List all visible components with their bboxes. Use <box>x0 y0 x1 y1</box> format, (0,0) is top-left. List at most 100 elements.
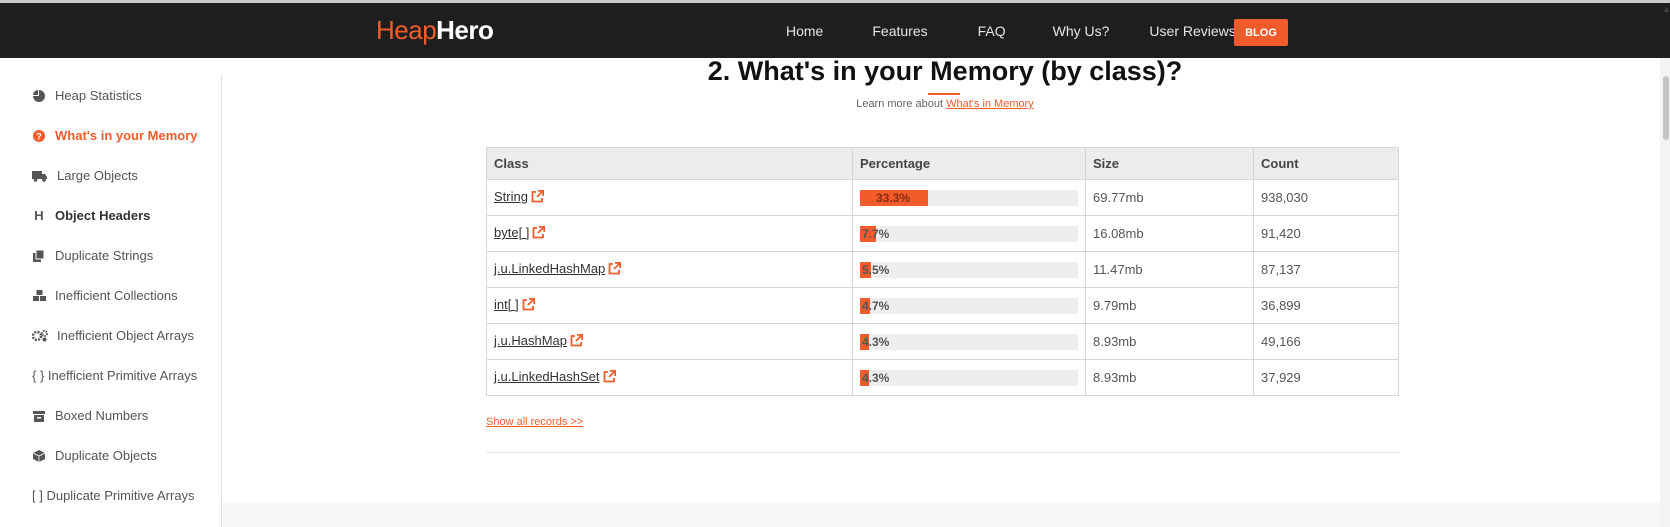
blog-button[interactable]: BLOG <box>1234 19 1288 46</box>
size-cell: 16.08mb <box>1085 215 1254 252</box>
percentage-label: 4.7% <box>862 298 890 313</box>
column-header-percentage[interactable]: Percentage <box>852 147 1086 180</box>
sidebar-item-duplicate-objects[interactable]: Duplicate Objects <box>32 448 157 463</box>
percentage-label: 7.7% <box>862 226 890 241</box>
percentage-bar-track: 5.5% <box>860 261 1078 278</box>
class-cell: j.u.HashMap <box>486 323 853 360</box>
size-cell: 9.79mb <box>1085 287 1254 324</box>
class-cell: String <box>486 179 853 216</box>
nav-user-reviews[interactable]: User Reviews <box>1149 23 1235 39</box>
sidebar-item-inefficient-collections[interactable]: Inefficient Collections <box>32 288 178 303</box>
class-cell: int[ ] <box>486 287 853 324</box>
column-header-count[interactable]: Count <box>1253 147 1399 180</box>
truck-icon <box>32 169 48 183</box>
cubes-icon <box>32 289 46 303</box>
percentage-label: 4.3% <box>862 370 890 385</box>
title-underline <box>928 93 960 95</box>
class-cell: j.u.LinkedHashMap <box>486 251 853 288</box>
percentage-cell: 4.7% <box>852 287 1086 324</box>
sidebar-item-label: Boxed Numbers <box>55 408 149 423</box>
external-link-icon[interactable] <box>570 333 584 350</box>
sidebar-item-large-objects[interactable]: Large Objects <box>32 168 138 183</box>
sidebar: Heap Statistics ? What's in your Memory … <box>0 74 222 527</box>
pie-chart-icon <box>32 89 46 103</box>
column-header-class[interactable]: Class <box>486 147 853 180</box>
sidebar-item-duplicate-primitive-arrays[interactable]: [ ] Duplicate Primitive Arrays <box>32 488 195 503</box>
sidebar-item-label: Heap Statistics <box>55 88 142 103</box>
class-link[interactable]: j.u.LinkedHashSet <box>494 369 600 384</box>
external-link-icon[interactable] <box>532 225 546 242</box>
class-link[interactable]: byte[ ] <box>494 225 529 240</box>
column-header-size[interactable]: Size <box>1085 147 1254 180</box>
percentage-cell: 4.3% <box>852 359 1086 396</box>
percentage-bar-track: 4.3% <box>860 333 1078 350</box>
nav-home[interactable]: Home <box>786 23 823 39</box>
copy-icon <box>32 249 46 263</box>
percentage-cell: 4.3% <box>852 323 1086 360</box>
size-cell: 69.77mb <box>1085 179 1254 216</box>
external-link-icon[interactable] <box>608 261 622 278</box>
percentage-cell: 5.5% <box>852 251 1086 288</box>
count-cell: 91,420 <box>1253 215 1399 252</box>
memory-by-class-table: Class Percentage Size Count String 33.3% 6… <box>486 147 1399 396</box>
sidebar-item-object-headers[interactable]: H Object Headers <box>32 208 150 223</box>
count-cell: 938,030 <box>1253 179 1399 216</box>
next-section-band <box>223 502 1670 527</box>
sidebar-item-label: Inefficient Object Arrays <box>57 328 195 343</box>
external-link-icon[interactable] <box>531 189 545 206</box>
section-divider <box>486 452 1399 453</box>
table-row: byte[ ] 7.7% 16.08mb 91,420 <box>486 215 1399 252</box>
nav-why-us[interactable]: Why Us? <box>1053 23 1110 39</box>
percentage-cell: 33.3% <box>852 179 1086 216</box>
external-link-icon[interactable] <box>522 297 535 314</box>
percentage-cell: 7.7% <box>852 215 1086 252</box>
percentage-bar-track: 4.3% <box>860 369 1078 386</box>
sidebar-item-label: Duplicate Objects <box>55 448 157 463</box>
scroll-up-arrow-icon[interactable]: ▲ <box>1662 4 1670 14</box>
top-navbar: HeapHero Home Features FAQ Why Us? User … <box>0 0 1670 58</box>
percentage-label: 5.5% <box>862 262 890 277</box>
count-cell: 49,166 <box>1253 323 1399 360</box>
class-cell: j.u.LinkedHashSet <box>486 359 853 396</box>
section-title: 2. What's in your Memory (by class)? <box>707 56 1183 86</box>
external-link-icon[interactable] <box>603 369 616 386</box>
size-cell: 11.47mb <box>1085 251 1254 288</box>
sidebar-item-whats-in-memory[interactable]: ? What's in your Memory <box>32 128 198 143</box>
table-row: j.u.HashMap 4.3% 8.93mb 49,166 <box>486 323 1399 360</box>
learn-more-text: Learn more about What's in Memory <box>856 98 1034 110</box>
sidebar-item-inefficient-primitive-arrays[interactable]: { } Inefficient Primitive Arrays <box>32 368 197 383</box>
heaphero-logo[interactable]: HeapHero <box>376 15 494 46</box>
table-row: j.u.LinkedHashSet 4.3% 8.93mb 37,929 <box>486 359 1399 396</box>
nav-features[interactable]: Features <box>872 23 927 39</box>
header-icon: H <box>34 208 44 223</box>
count-cell: 87,137 <box>1253 251 1399 288</box>
class-link[interactable]: String <box>494 189 528 204</box>
percentage-bar-track: 7.7% <box>860 225 1078 242</box>
percentage-bar-track: 4.7% <box>860 297 1078 314</box>
show-all-records-link[interactable]: Show all records >> <box>486 416 583 428</box>
percentage-bar-track: 33.3% <box>860 189 1078 206</box>
sidebar-item-heap-statistics[interactable]: Heap Statistics <box>32 88 142 103</box>
cube-icon <box>32 449 46 463</box>
class-link[interactable]: j.u.LinkedHashMap <box>494 261 605 276</box>
table-row: String 33.3% 69.77mb 938,030 <box>486 179 1399 216</box>
size-cell: 8.93mb <box>1085 323 1254 360</box>
count-cell: 37,929 <box>1253 359 1399 396</box>
scrollbar-thumb[interactable] <box>1663 76 1669 140</box>
class-link[interactable]: j.u.HashMap <box>494 333 567 348</box>
sidebar-item-inefficient-object-arrays[interactable]: Inefficient Object Arrays <box>32 328 194 343</box>
nav-faq[interactable]: FAQ <box>978 23 1006 39</box>
gears-icon <box>32 329 48 343</box>
svg-text:?: ? <box>36 131 42 141</box>
main-nav: Home Features FAQ Why Us? User Reviews <box>786 23 1236 39</box>
class-link[interactable]: int[ ] <box>494 297 519 312</box>
table-row: j.u.LinkedHashMap 5.5% 11.47mb 87,137 <box>486 251 1399 288</box>
table-row: int[ ] 4.7% 9.79mb 36,899 <box>486 287 1399 324</box>
sidebar-item-label: [ ] Duplicate Primitive Arrays <box>32 488 195 503</box>
sidebar-item-label: Object Headers <box>55 208 151 223</box>
sidebar-item-boxed-numbers[interactable]: Boxed Numbers <box>32 408 148 423</box>
whats-in-memory-link[interactable]: What's in Memory <box>946 98 1034 110</box>
percentage-label: 33.3% <box>876 190 911 205</box>
sidebar-item-label: Inefficient Collections <box>55 288 178 303</box>
sidebar-item-duplicate-strings[interactable]: Duplicate Strings <box>32 248 153 263</box>
